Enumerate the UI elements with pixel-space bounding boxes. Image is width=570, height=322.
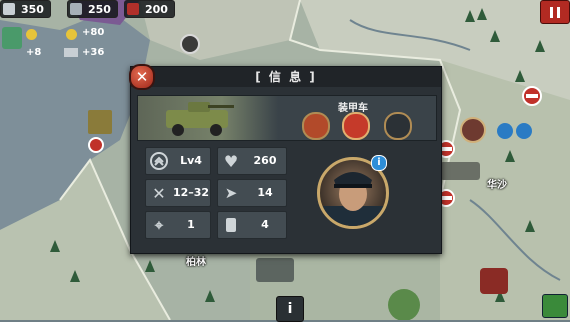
close-icon: ✕	[135, 68, 149, 86]
armored-car-image	[138, 96, 278, 140]
income-stats: +80 +8 +36	[2, 27, 112, 61]
tank-unit	[440, 162, 480, 180]
range-stat: ⌖ 1	[145, 211, 211, 239]
gold-income: +80	[82, 27, 105, 38]
info-badge-icon[interactable]: i	[371, 155, 387, 171]
heart-icon: ♥	[223, 151, 239, 171]
level-value: Lv4	[180, 154, 202, 167]
fuel-can-icon	[218, 212, 244, 238]
industry-value: 250	[87, 2, 111, 16]
end-turn-button[interactable]	[542, 294, 568, 318]
soldier-icon	[2, 27, 22, 49]
manpower-value: 350	[21, 2, 44, 16]
boot-arrow-icon: ➤	[224, 184, 238, 202]
rank-medal-icon[interactable]	[302, 112, 330, 140]
general-avatar	[180, 34, 200, 54]
enemy-bunker	[480, 268, 508, 294]
manpower-icon	[3, 3, 15, 15]
resource-bar: 350 250 200	[0, 0, 175, 18]
pause-button[interactable]	[540, 0, 570, 24]
medal-income: +8	[26, 47, 42, 58]
info-dialog: [ 信 息 ] ✕ 装甲车 Lv4 ♥ 260 ✕ 12–32 ➤ 14 ⌖ 1…	[129, 64, 442, 254]
gold-coin-icon	[66, 29, 77, 40]
skill-badge-2	[516, 123, 532, 139]
industry-resource: 250	[66, 0, 118, 18]
ally-unit	[256, 258, 294, 282]
close-button[interactable]: ✕	[129, 64, 155, 90]
selected-medal-icon[interactable]	[342, 112, 370, 140]
info-button[interactable]: i	[276, 296, 304, 322]
range-value: 1	[187, 218, 195, 231]
defense-value: 14	[257, 186, 273, 199]
hp-stat: ♥ 260	[217, 147, 287, 175]
enemy-general	[460, 117, 486, 143]
city-label-warsaw: 华沙	[487, 180, 507, 191]
fortress	[388, 289, 420, 320]
level-stat: Lv4	[145, 147, 211, 175]
skill-badge	[497, 123, 513, 139]
oil-resource: 200	[123, 0, 175, 18]
moves-stat: 4	[217, 211, 287, 239]
industry-icon	[69, 3, 82, 15]
steel-income: +36	[82, 47, 105, 58]
factory	[88, 110, 112, 134]
unit-banner: 装甲车	[137, 95, 437, 141]
steel-icon	[64, 48, 78, 57]
manpower-resource: 350	[0, 0, 51, 18]
attack-value: 12–32	[172, 186, 210, 199]
moves-value: 4	[261, 218, 269, 231]
plus-icon	[26, 29, 37, 40]
attack-stat: ✕ 12–32	[145, 179, 211, 207]
hp-value: 260	[253, 154, 277, 167]
empty-medal-slot[interactable]	[384, 112, 412, 140]
crossed-swords-icon: ✕	[152, 183, 166, 203]
crosshair-icon: ⌖	[154, 216, 164, 234]
oil-barrel-icon	[126, 3, 139, 15]
city-label-berlin: 柏林	[186, 257, 206, 268]
defense-stat: ➤ 14	[217, 179, 287, 207]
oil-value: 200	[144, 2, 168, 16]
dialog-title: [ 信 息 ]	[131, 67, 441, 87]
rank-chevron-icon	[146, 148, 172, 174]
